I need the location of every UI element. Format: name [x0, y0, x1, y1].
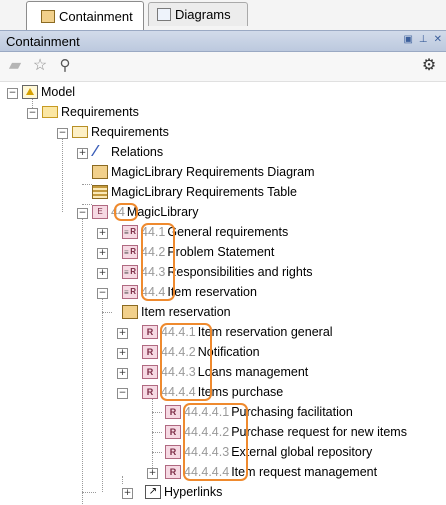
tree-item-magiclibrary[interactable]: E 44 MagicLibrary [92, 202, 198, 222]
relation-icon [92, 142, 108, 162]
panel-title: Containment [6, 33, 80, 49]
collapse-item-reservation-toggle[interactable]: − [97, 288, 108, 299]
collapse-magiclibrary-toggle[interactable]: − [77, 208, 88, 219]
tree-item-relations[interactable]: Relations [92, 142, 163, 162]
tree-item-label: Problem Statement [167, 245, 275, 259]
highlight-44-4-4-x [183, 403, 248, 481]
expand-relations-toggle[interactable]: + [77, 148, 88, 159]
expand-problem-statement-toggle[interactable]: + [97, 248, 108, 259]
tab-diagrams-label: Diagrams [175, 7, 231, 22]
tree-item-item-reservation-diagram[interactable]: Item reservation [122, 302, 231, 322]
collapse-items-purchase-toggle[interactable]: − [117, 388, 128, 399]
expand-general-requirements-toggle[interactable]: + [97, 228, 108, 239]
requirement-icon: R [165, 445, 181, 459]
expand-item-request-management-toggle[interactable]: + [147, 468, 158, 479]
diagram-icon [122, 305, 138, 319]
tree-item-label: External global repository [231, 445, 373, 459]
tree-item-label: Purchase request for new items [231, 425, 407, 439]
requirement-icon: R [165, 425, 181, 439]
package-icon [72, 126, 88, 138]
model-icon [22, 85, 38, 99]
requirement-icon: R [122, 245, 138, 259]
requirement-icon: R [142, 385, 158, 399]
tree-item-label: Item reservation [141, 305, 231, 319]
highlight-44-x [141, 223, 175, 301]
containment-tree: − Model − Requirements − Requirements + … [0, 82, 446, 505]
close-icon[interactable]: ✕ [434, 34, 442, 45]
requirement-icon: R [122, 285, 138, 299]
requirement-icon: R [165, 405, 181, 419]
requirement-icon: R [142, 325, 158, 339]
requirement-icon: R [165, 465, 181, 479]
tree-item-label: Purchasing facilitation [231, 405, 353, 419]
requirement-icon: R [122, 225, 138, 239]
tab-strip: Containment Diagrams [0, 0, 446, 30]
tree-item-requirements-folder[interactable]: Requirements [42, 102, 139, 122]
highlight-44 [114, 203, 138, 221]
tree-item-label: General requirements [167, 225, 289, 239]
expand-loans-management-toggle[interactable]: + [117, 368, 128, 379]
tree-item-label: Item request management [231, 465, 378, 479]
gear-icon[interactable]: ⚙ [420, 57, 438, 75]
table-icon [92, 185, 108, 199]
tree-item-label: MagicLibrary Requirements Diagram [111, 165, 315, 179]
tree-item-label: Item reservation [167, 285, 257, 299]
requirement-icon: R [142, 365, 158, 379]
expand-item-reservation-general-toggle[interactable]: + [117, 328, 128, 339]
requirement-e-icon: E [92, 205, 108, 219]
tree-item-label: Loans management [197, 365, 309, 379]
search-icon[interactable]: ⚲ [56, 57, 74, 75]
tree-item-label: Responsibilities and rights [167, 265, 313, 279]
diagram-icon [92, 165, 108, 179]
tree-item-requirements-diagram[interactable]: MagicLibrary Requirements Diagram [92, 162, 315, 182]
tree-item-hyperlinks[interactable]: ↗ Hyperlinks [145, 482, 222, 502]
diagrams-tab-icon [157, 8, 171, 21]
tab-diagrams[interactable]: Diagrams [148, 2, 248, 26]
tree-item-label: Requirements [91, 125, 169, 139]
hyperlink-icon: ↗ [145, 485, 161, 499]
requirement-icon: R [142, 345, 158, 359]
tree-item-requirements-table[interactable]: MagicLibrary Requirements Table [92, 182, 297, 202]
highlight-44-4-x [160, 323, 212, 401]
requirement-icon: R [122, 265, 138, 279]
tree-item-model[interactable]: Model [22, 82, 75, 102]
tab-containment-label: Containment [59, 8, 133, 24]
maximize-icon[interactable]: ▣ [403, 34, 412, 45]
pin-icon[interactable]: ⊥ [419, 34, 428, 45]
containment-tab-icon [41, 9, 55, 23]
expand-notification-toggle[interactable]: + [117, 348, 128, 359]
toolbar: ▰ ☆ ⚲ ⚙ [0, 52, 446, 82]
tree-item-label: MagicLibrary Requirements Table [111, 185, 297, 199]
expand-responsibilities-toggle[interactable]: + [97, 268, 108, 279]
new-element-icon[interactable]: ▰ [6, 57, 24, 75]
panel-header: Containment ▣ ⊥ ✕ [0, 30, 446, 52]
collapse-model-toggle[interactable]: − [7, 88, 18, 99]
folder-icon [42, 106, 58, 118]
collapse-requirements-folder-toggle[interactable]: − [27, 108, 38, 119]
tree-item-label: Item reservation general [197, 325, 333, 339]
tree-item-label: Hyperlinks [164, 485, 223, 499]
tree-item-label: Requirements [61, 105, 139, 119]
star-icon[interactable]: ☆ [31, 57, 49, 75]
collapse-requirements-package-toggle[interactable]: − [57, 128, 68, 139]
tree-item-label: Model [41, 85, 76, 99]
tree-item-label: Relations [111, 145, 164, 159]
expand-hyperlinks-toggle[interactable]: + [122, 488, 133, 499]
tree-item-requirements-package[interactable]: Requirements [72, 122, 169, 142]
tab-containment[interactable]: Containment [26, 1, 144, 30]
